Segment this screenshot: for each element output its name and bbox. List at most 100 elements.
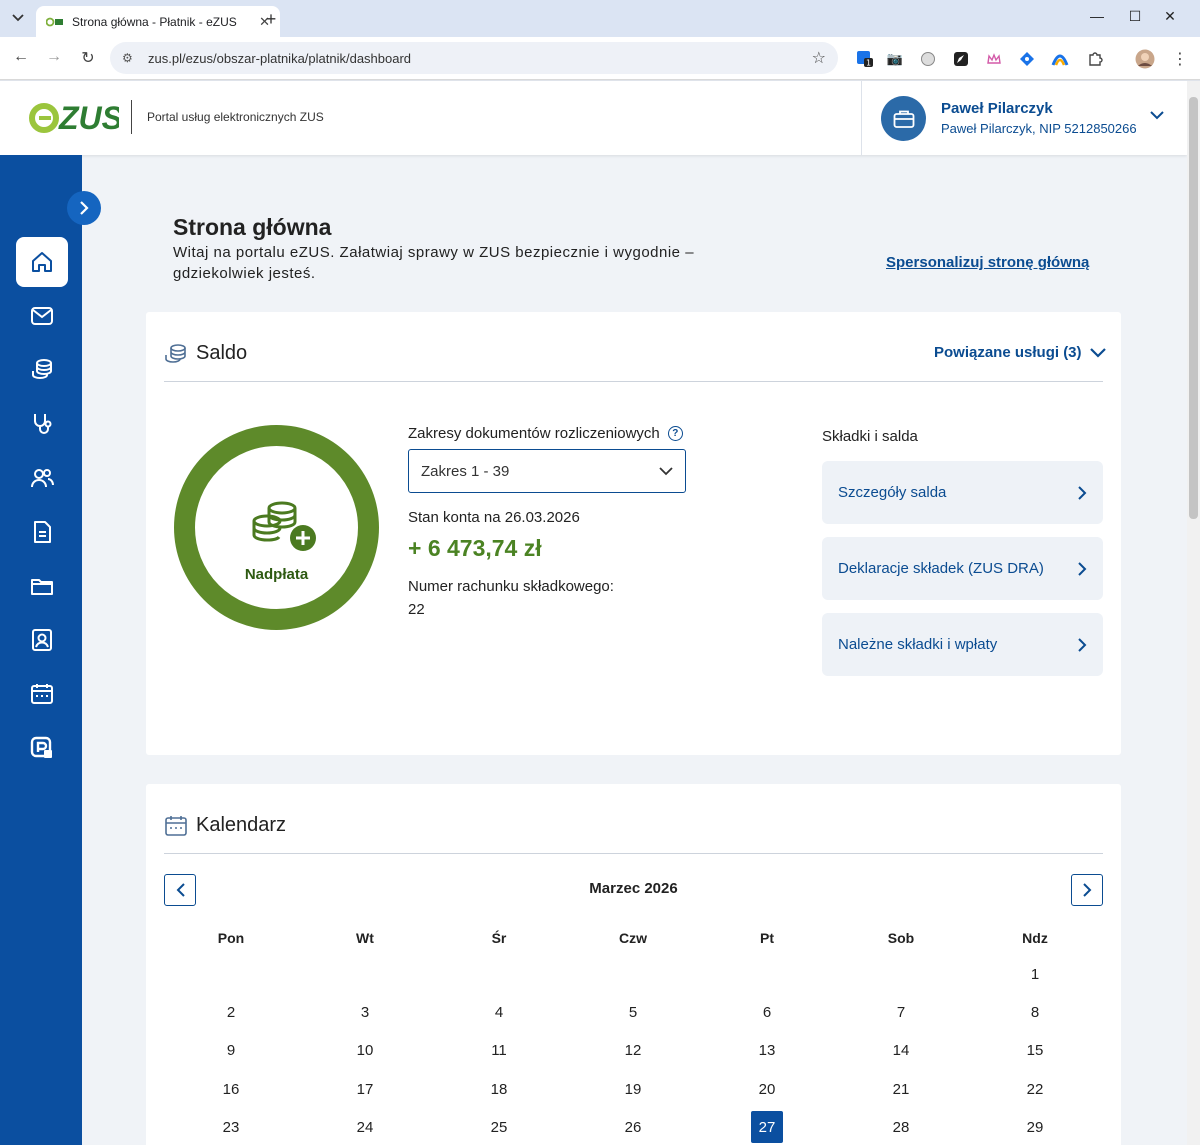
calendar-day[interactable]: 20 — [751, 1073, 783, 1105]
calendar-day[interactable]: 4 — [483, 996, 515, 1028]
calendar-day[interactable]: 13 — [751, 1034, 783, 1066]
site-settings-icon[interactable]: ⚙ — [122, 51, 138, 65]
calendar-divider — [164, 853, 1103, 854]
calendar-day[interactable]: 22 — [1019, 1073, 1051, 1105]
overpayment-label: Nadpłata — [244, 566, 309, 583]
tab-title: Strona główna - Płatnik - eZUS — [72, 14, 237, 29]
calendar-day[interactable]: 9 — [215, 1034, 247, 1066]
site-header: ZUS Portal usług elektronicznych ZUS Paw… — [0, 81, 1187, 155]
sidebar-item-health[interactable] — [16, 399, 68, 449]
camera-icon[interactable]: 📷 — [885, 49, 905, 69]
related-services-toggle[interactable]: Powiązane usługi (3) — [934, 344, 1106, 361]
calendar-icon — [165, 815, 187, 836]
sidebar-item-profile[interactable] — [16, 615, 68, 665]
page: ZUS Portal usług elektronicznych ZUS Paw… — [0, 81, 1187, 1145]
calendar-day[interactable]: 10 — [349, 1034, 381, 1066]
browser-tab-strip: Strona główna - Płatnik - eZUS ✕ + — ☐ ✕ — [0, 0, 1200, 37]
help-icon[interactable]: ? — [667, 426, 683, 441]
calendar-day[interactable]: 11 — [483, 1034, 515, 1066]
payment-icon — [30, 736, 52, 758]
calendar-day[interactable]: 24 — [349, 1111, 381, 1143]
extension-badge-icon[interactable]: 1 — [855, 49, 875, 69]
sidebar-expand-button[interactable] — [67, 191, 101, 225]
address-bar[interactable]: ⚙ zus.pl/ezus/obszar-platnika/platnik/da… — [110, 42, 838, 74]
forward-button[interactable]: → — [43, 48, 65, 66]
home-icon — [32, 252, 52, 272]
calendar-day[interactable]: 19 — [617, 1073, 649, 1105]
calendar-day[interactable]: 2 — [215, 996, 247, 1028]
bookmark-star-icon[interactable]: ☆ — [812, 48, 826, 68]
extensions-puzzle-icon[interactable] — [1085, 49, 1105, 69]
calendar-day[interactable]: 8 — [1019, 996, 1051, 1028]
folder-icon — [31, 579, 53, 595]
calendar-day[interactable]: 21 — [885, 1073, 917, 1105]
sidebar — [0, 155, 82, 1145]
calendar-day[interactable]: 16 — [215, 1073, 247, 1105]
extension-circle-icon[interactable] — [918, 49, 938, 69]
weekday-header: Śr — [491, 930, 507, 946]
calendar-day[interactable]: 1 — [1019, 958, 1051, 990]
calendar-day-today[interactable]: 27 — [751, 1111, 783, 1143]
extension-tag-icon[interactable] — [1017, 49, 1037, 69]
overpayment-donut-chart — [174, 425, 379, 630]
extension-arc-icon[interactable] — [1050, 49, 1070, 69]
calendar-day[interactable]: 14 — [885, 1034, 917, 1066]
scrollbar-thumb[interactable] — [1189, 97, 1198, 519]
maximize-button[interactable]: ☐ — [1120, 8, 1150, 25]
browser-menu-icon[interactable]: ⋮ — [1170, 49, 1190, 69]
calendar-day[interactable]: 6 — [751, 996, 783, 1028]
calendar-day[interactable]: 3 — [349, 996, 381, 1028]
chevron-right-icon — [80, 201, 89, 215]
calendar-day[interactable]: 18 — [483, 1073, 515, 1105]
ezus-logo[interactable]: ZUS — [29, 99, 119, 135]
profile-avatar[interactable] — [1135, 49, 1155, 69]
calendar-title: Kalendarz — [196, 814, 287, 836]
calendar-day[interactable]: 26 — [617, 1111, 649, 1143]
chevron-down-icon[interactable] — [1150, 107, 1164, 125]
calendar-day[interactable]: 5 — [617, 996, 649, 1028]
balance-date: Stan konta na 26.03.2026 — [408, 509, 580, 526]
sidebar-item-folders[interactable] — [16, 561, 68, 611]
calendar-day[interactable]: 15 — [1019, 1034, 1051, 1066]
sidebar-item-finances[interactable] — [16, 345, 68, 395]
window-close-button[interactable]: ✕ — [1155, 8, 1185, 25]
chevron-right-icon — [1078, 561, 1087, 576]
coins-plus-icon — [252, 501, 316, 551]
chevron-down-icon — [1089, 347, 1106, 358]
sidebar-item-calendar[interactable] — [16, 669, 68, 719]
extension-pen-icon[interactable] — [951, 49, 971, 69]
calendar-day[interactable]: 25 — [483, 1111, 515, 1143]
calendar-day[interactable]: 7 — [885, 996, 917, 1028]
calendar-day[interactable]: 12 — [617, 1034, 649, 1066]
reload-button[interactable]: ↻ — [77, 48, 99, 68]
range-select[interactable]: Zakres 1 - 39 — [408, 449, 686, 493]
sidebar-item-people[interactable] — [16, 453, 68, 503]
svg-text:ZUS: ZUS — [58, 100, 119, 135]
personalize-link[interactable]: Spersonalizuj stronę główną — [886, 254, 1089, 271]
calendar-day[interactable]: 29 — [1019, 1111, 1051, 1143]
new-tab-button[interactable]: + — [260, 8, 282, 30]
extension-crown-icon[interactable] — [984, 49, 1004, 69]
document-icon — [34, 521, 51, 543]
sidebar-item-documents[interactable] — [16, 507, 68, 557]
dra-declarations-link[interactable]: Deklaracje składek (ZUS DRA) — [822, 537, 1103, 600]
calendar-day[interactable]: 28 — [885, 1111, 917, 1143]
saldo-title: Saldo — [196, 342, 248, 364]
back-button[interactable]: ← — [10, 48, 32, 66]
sidebar-item-home[interactable] — [16, 237, 68, 287]
due-contributions-link[interactable]: Należne składki i wpłaty — [822, 613, 1103, 676]
sidebar-item-payments[interactable] — [16, 723, 68, 773]
user-menu[interactable]: Paweł Pilarczyk Paweł Pilarczyk, NIP 521… — [861, 81, 1187, 155]
calendar-day[interactable]: 23 — [215, 1111, 247, 1143]
browser-tab[interactable]: Strona główna - Płatnik - eZUS ✕ — [36, 6, 280, 37]
ezus-favicon-icon — [46, 16, 64, 28]
calendar-day[interactable]: 17 — [349, 1073, 381, 1105]
stethoscope-icon — [34, 414, 52, 434]
page-scrollbar[interactable] — [1187, 81, 1200, 1145]
tab-search-button[interactable] — [6, 7, 30, 29]
sidebar-item-messages[interactable] — [16, 291, 68, 341]
next-month-button[interactable] — [1071, 874, 1103, 906]
chevron-down-icon — [12, 14, 24, 22]
minimize-button[interactable]: — — [1082, 8, 1112, 24]
balance-details-link[interactable]: Szczegóły salda — [822, 461, 1103, 524]
